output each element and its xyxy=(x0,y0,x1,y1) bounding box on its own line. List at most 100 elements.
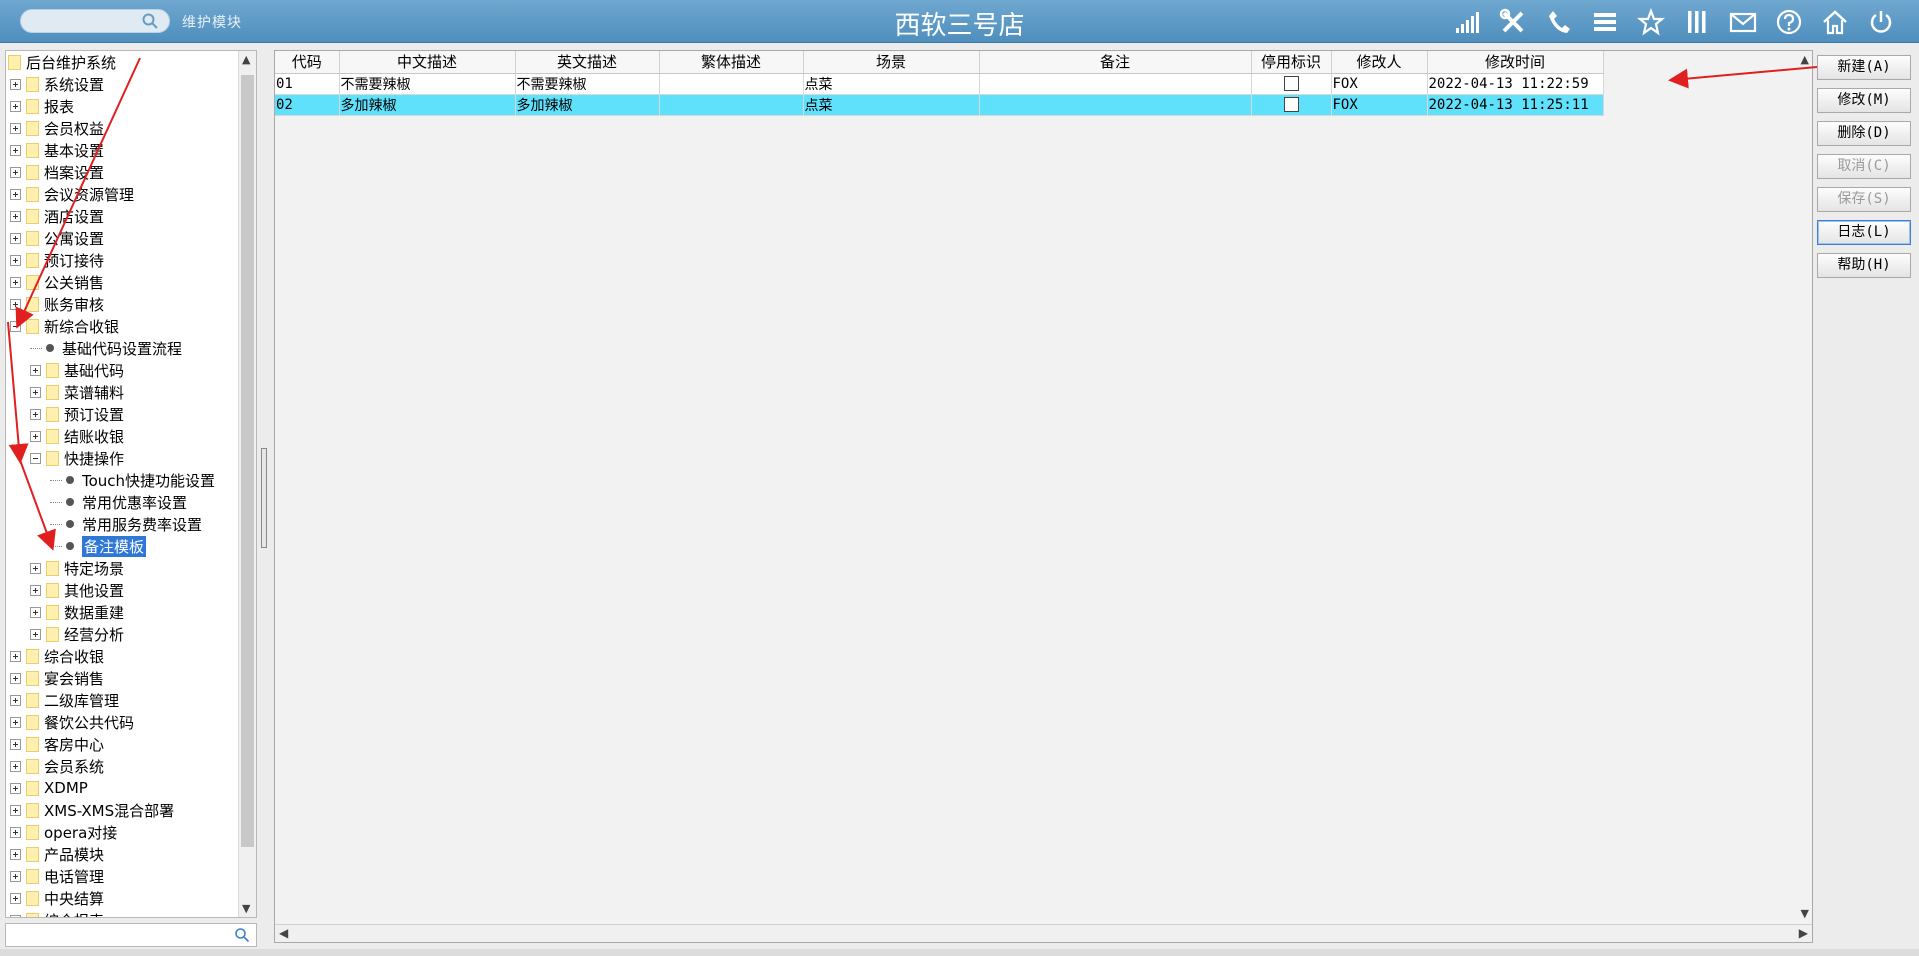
scroll-right-icon[interactable]: ▶ xyxy=(1799,926,1808,940)
home-icon[interactable] xyxy=(1819,6,1851,38)
cell-disabled[interactable] xyxy=(1251,73,1332,95)
expand-icon[interactable] xyxy=(30,606,41,618)
modify-button[interactable]: 修改(M) xyxy=(1817,88,1911,113)
cell-disabled[interactable] xyxy=(1251,94,1332,116)
cell-cn-desc[interactable]: 多加辣椒 xyxy=(339,94,516,116)
tree-item[interactable]: 其他设置 xyxy=(30,579,124,601)
cell-en-desc[interactable]: 多加辣椒 xyxy=(515,94,660,116)
expand-icon[interactable] xyxy=(10,848,21,860)
tree-item[interactable]: 餐饮公共代码 xyxy=(10,711,134,733)
scroll-up-icon[interactable]: ▲ xyxy=(1801,53,1809,66)
cell-modifier[interactable]: FOX xyxy=(1331,73,1428,95)
star-icon[interactable] xyxy=(1635,6,1667,38)
expand-icon[interactable] xyxy=(10,672,21,684)
tree-item[interactable]: 结账收银 xyxy=(30,425,124,447)
expand-icon[interactable] xyxy=(10,254,21,266)
cell-en-desc[interactable]: 不需要辣椒 xyxy=(515,73,660,95)
tree-item[interactable]: XMS-XMS混合部署 xyxy=(10,799,174,821)
cell-scene[interactable]: 点菜 xyxy=(803,94,980,116)
expand-icon[interactable] xyxy=(10,166,21,178)
expand-icon[interactable] xyxy=(10,78,21,90)
panel-splitter[interactable] xyxy=(261,448,267,548)
tree-item[interactable]: 报表 xyxy=(10,95,74,117)
tree-item[interactable]: 备注模板 xyxy=(50,535,147,557)
tree-item[interactable]: 快捷操作 xyxy=(30,447,124,469)
expand-icon[interactable] xyxy=(10,804,21,816)
table-row-selected[interactable]: 02 多加辣椒 多加辣椒 点菜 FOX 2022-04-13 11:25:11 xyxy=(275,94,1604,116)
cell-tw-desc[interactable] xyxy=(659,73,804,95)
tree-item[interactable]: 系统设置 xyxy=(10,73,104,95)
cell-cn-desc[interactable]: 不需要辣椒 xyxy=(339,73,516,95)
expand-icon[interactable] xyxy=(10,760,21,772)
scroll-down-icon[interactable]: ▼ xyxy=(242,902,250,915)
column-header-modifier[interactable]: 修改人 xyxy=(1331,51,1428,74)
tree-item[interactable]: 预订设置 xyxy=(30,403,124,425)
expand-icon[interactable] xyxy=(30,562,41,574)
tree-item[interactable]: 宴会销售 xyxy=(10,667,104,689)
expand-icon[interactable] xyxy=(30,408,41,420)
column-header-scene[interactable]: 场景 xyxy=(803,51,980,74)
tree-item[interactable]: Touch快捷功能设置 xyxy=(50,469,215,491)
tree-item[interactable]: 账务审核 xyxy=(10,293,104,315)
expand-icon[interactable] xyxy=(10,694,21,706)
tree-search-input[interactable] xyxy=(5,923,257,947)
expand-icon[interactable] xyxy=(10,914,21,917)
tree-item[interactable]: 综合报表 xyxy=(10,909,104,917)
new-button[interactable]: 新建(A) xyxy=(1817,55,1911,80)
phone-icon[interactable] xyxy=(1543,6,1575,38)
tree-item[interactable]: 会员系统 xyxy=(10,755,104,777)
help-button[interactable]: 帮助(H) xyxy=(1817,253,1911,278)
cell-scene[interactable]: 点菜 xyxy=(803,73,980,95)
column-header-disabled[interactable]: 停用标识 xyxy=(1251,51,1332,74)
disabled-checkbox[interactable] xyxy=(1284,76,1299,91)
tree-item[interactable]: 经营分析 xyxy=(30,623,124,645)
tree-item[interactable]: 公寓设置 xyxy=(10,227,104,249)
tree-item[interactable]: 档案设置 xyxy=(10,161,104,183)
tree-item[interactable]: 基础代码设置流程 xyxy=(30,337,182,359)
cell-modifier[interactable]: FOX xyxy=(1331,94,1428,116)
tree-item[interactable]: 中央结算 xyxy=(10,887,104,909)
cell-code[interactable]: 01 xyxy=(275,73,340,95)
tree-item[interactable]: opera对接 xyxy=(10,821,117,843)
tree-item[interactable]: XDMP xyxy=(10,777,88,799)
column-header-tw-desc[interactable]: 繁体描述 xyxy=(659,51,804,74)
tree-item[interactable]: 公关销售 xyxy=(10,271,104,293)
tree-item[interactable]: 常用优惠率设置 xyxy=(50,491,187,513)
tree-item[interactable]: 基础代码 xyxy=(30,359,124,381)
cell-code[interactable]: 02 xyxy=(275,94,340,116)
expand-icon[interactable] xyxy=(10,144,21,156)
expand-icon[interactable] xyxy=(10,122,21,134)
tree-item[interactable]: 综合收银 xyxy=(10,645,104,667)
scroll-down-icon[interactable]: ▼ xyxy=(1801,907,1809,920)
column-header-cn-desc[interactable]: 中文描述 xyxy=(339,51,516,74)
collapse-icon[interactable] xyxy=(10,320,21,332)
expand-icon[interactable] xyxy=(10,188,21,200)
grid-horizontal-scrollbar[interactable]: ◀ ▶ xyxy=(275,924,1812,942)
tree-item[interactable]: 酒店设置 xyxy=(10,205,104,227)
column-header-code[interactable]: 代码 xyxy=(275,51,340,74)
disabled-checkbox[interactable] xyxy=(1284,97,1299,112)
scroll-left-icon[interactable]: ◀ xyxy=(279,926,288,940)
cancel-button[interactable]: 取消(C) xyxy=(1817,154,1911,179)
expand-icon[interactable] xyxy=(10,298,21,310)
expand-icon[interactable] xyxy=(10,870,21,882)
scroll-up-icon[interactable]: ▲ xyxy=(242,53,250,66)
tree-scrollbar[interactable]: ▲ ▼ xyxy=(238,51,256,917)
log-button[interactable]: 日志(L) xyxy=(1817,220,1911,245)
column-header-en-desc[interactable]: 英文描述 xyxy=(515,51,660,74)
cell-remark[interactable] xyxy=(979,73,1252,95)
signal-icon[interactable] xyxy=(1451,6,1483,38)
expand-icon[interactable] xyxy=(10,650,21,662)
expand-icon[interactable] xyxy=(30,386,41,398)
tree-item[interactable]: 客房中心 xyxy=(10,733,104,755)
cell-modified-time[interactable]: 2022-04-13 11:25:11 xyxy=(1427,94,1604,116)
search-icon[interactable] xyxy=(234,927,250,943)
tree-item[interactable]: 基本设置 xyxy=(10,139,104,161)
tree-scroll-thumb[interactable] xyxy=(241,75,254,847)
expand-icon[interactable] xyxy=(10,276,21,288)
columns-icon[interactable] xyxy=(1681,6,1713,38)
tree-item[interactable]: 特定场景 xyxy=(30,557,124,579)
menu-icon[interactable] xyxy=(1589,6,1621,38)
expand-icon[interactable] xyxy=(10,210,21,222)
tree-item[interactable]: 二级库管理 xyxy=(10,689,119,711)
